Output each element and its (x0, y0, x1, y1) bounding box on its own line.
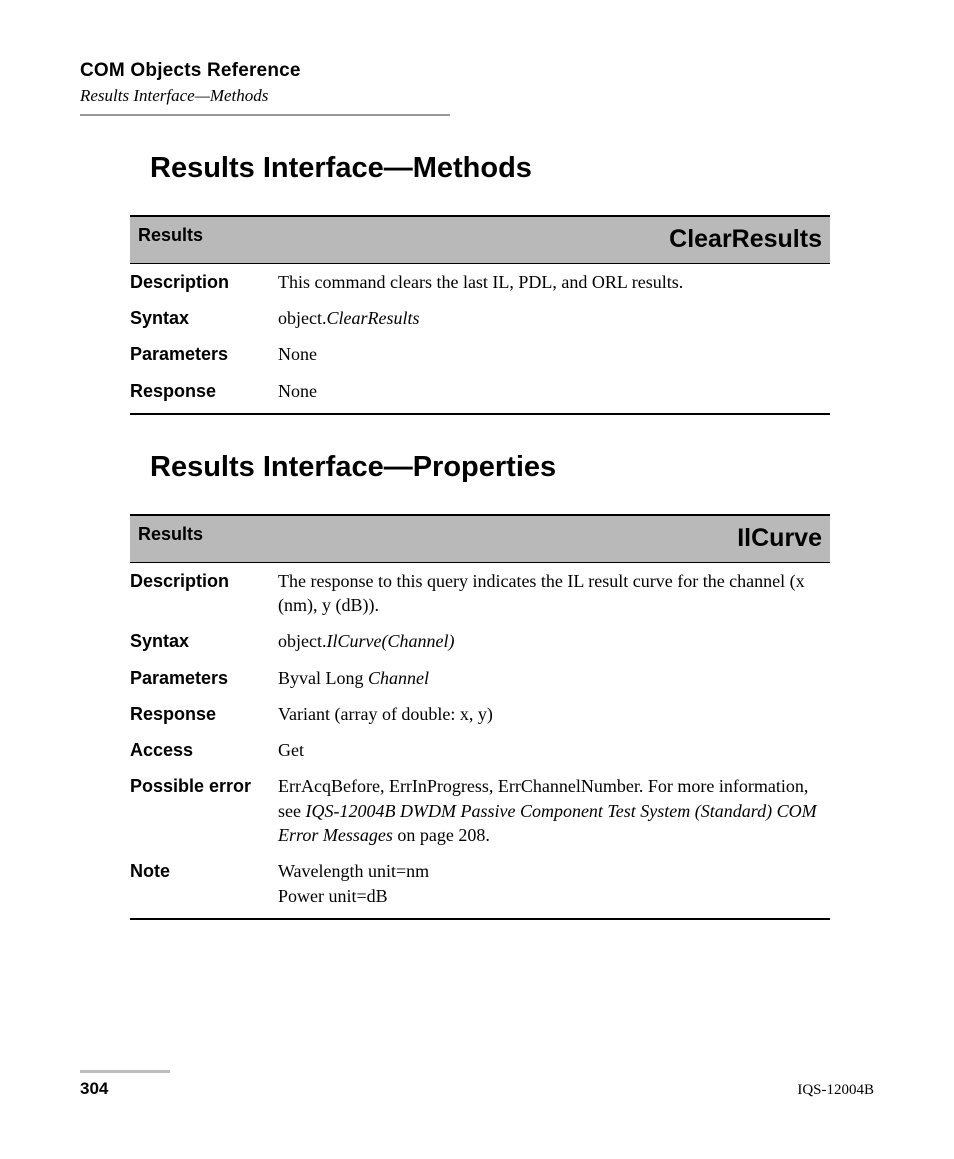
ilcurve-parameters-row: Parameters Byval Long Channel (130, 660, 830, 696)
access-label: Access (130, 732, 278, 768)
clearresults-header-row: Results ClearResults (130, 216, 830, 263)
clearresults-header-left: Results (130, 216, 278, 263)
description-value: The response to this query indicates the… (278, 562, 830, 623)
response-label: Response (130, 373, 278, 414)
syntax-label: Syntax (130, 623, 278, 659)
ilcurve-header-row: Results IlCurve (130, 515, 830, 562)
clearresults-header-right: ClearResults (278, 216, 830, 263)
running-head-rule (80, 114, 450, 116)
syntax-label: Syntax (130, 300, 278, 336)
ilcurve-header-right: IlCurve (278, 515, 830, 562)
parameters-value: Byval Long Channel (278, 660, 830, 696)
response-value: Variant (array of double: x, y) (278, 696, 830, 732)
page: COM Objects Reference Results Interface—… (0, 0, 954, 1159)
ilcurve-access-row: Access Get (130, 732, 830, 768)
ilcurve-header-left: Results (130, 515, 278, 562)
response-value: None (278, 373, 830, 414)
document-code: IQS-12004B (797, 1082, 874, 1099)
ilcurve-description-row: Description The response to this query i… (130, 562, 830, 623)
footer-rule (80, 1070, 170, 1073)
syntax-prefix: object. (278, 631, 326, 651)
syntax-prefix: object. (278, 308, 326, 328)
syntax-value: object.IlCurve(Channel) (278, 623, 830, 659)
access-value: Get (278, 732, 830, 768)
page-number: 304 (80, 1079, 108, 1099)
ilcurve-response-row: Response Variant (array of double: x, y) (130, 696, 830, 732)
footer: 304 IQS-12004B (80, 1070, 874, 1099)
syntax-method: IlCurve(Channel) (326, 631, 454, 651)
parameters-italic: Channel (368, 668, 429, 688)
ilcurve-syntax-row: Syntax object.IlCurve(Channel) (130, 623, 830, 659)
syntax-value: object.ClearResults (278, 300, 830, 336)
clearresults-syntax-row: Syntax object.ClearResults (130, 300, 830, 336)
note-value: Wavelength unit=nm Power unit=dB (278, 853, 830, 919)
clearresults-response-row: Response None (130, 373, 830, 414)
footer-row: 304 IQS-12004B (80, 1079, 874, 1099)
response-label: Response (130, 696, 278, 732)
possible-error-italic: IQS-12004B DWDM Passive Component Test S… (278, 801, 817, 845)
running-head-title: COM Objects Reference (80, 60, 874, 82)
note-line2: Power unit=dB (278, 884, 822, 908)
clearresults-table: Results ClearResults Description This co… (130, 215, 830, 415)
description-label: Description (130, 263, 278, 300)
ilcurve-note-row: Note Wavelength unit=nm Power unit=dB (130, 853, 830, 919)
parameters-label: Parameters (130, 660, 278, 696)
possible-error-value: ErrAcqBefore, ErrInProgress, ErrChannelN… (278, 768, 830, 853)
possible-error-post: on page 208. (393, 825, 490, 845)
note-label: Note (130, 853, 278, 919)
syntax-method: ClearResults (326, 308, 419, 328)
parameters-prefix: Byval Long (278, 668, 368, 688)
running-head-subtitle: Results Interface—Methods (80, 86, 874, 106)
description-value: This command clears the last IL, PDL, an… (278, 263, 830, 300)
running-head: COM Objects Reference Results Interface—… (80, 60, 874, 116)
description-label: Description (130, 562, 278, 623)
ilcurve-possible-error-row: Possible error ErrAcqBefore, ErrInProgre… (130, 768, 830, 853)
parameters-value: None (278, 336, 830, 372)
ilcurve-table: Results IlCurve Description The response… (130, 514, 830, 920)
parameters-label: Parameters (130, 336, 278, 372)
note-line1: Wavelength unit=nm (278, 859, 822, 883)
section-title-methods: Results Interface—Methods (150, 152, 874, 185)
clearresults-description-row: Description This command clears the last… (130, 263, 830, 300)
clearresults-parameters-row: Parameters None (130, 336, 830, 372)
possible-error-label: Possible error (130, 768, 278, 853)
section-title-properties: Results Interface—Properties (150, 451, 874, 484)
